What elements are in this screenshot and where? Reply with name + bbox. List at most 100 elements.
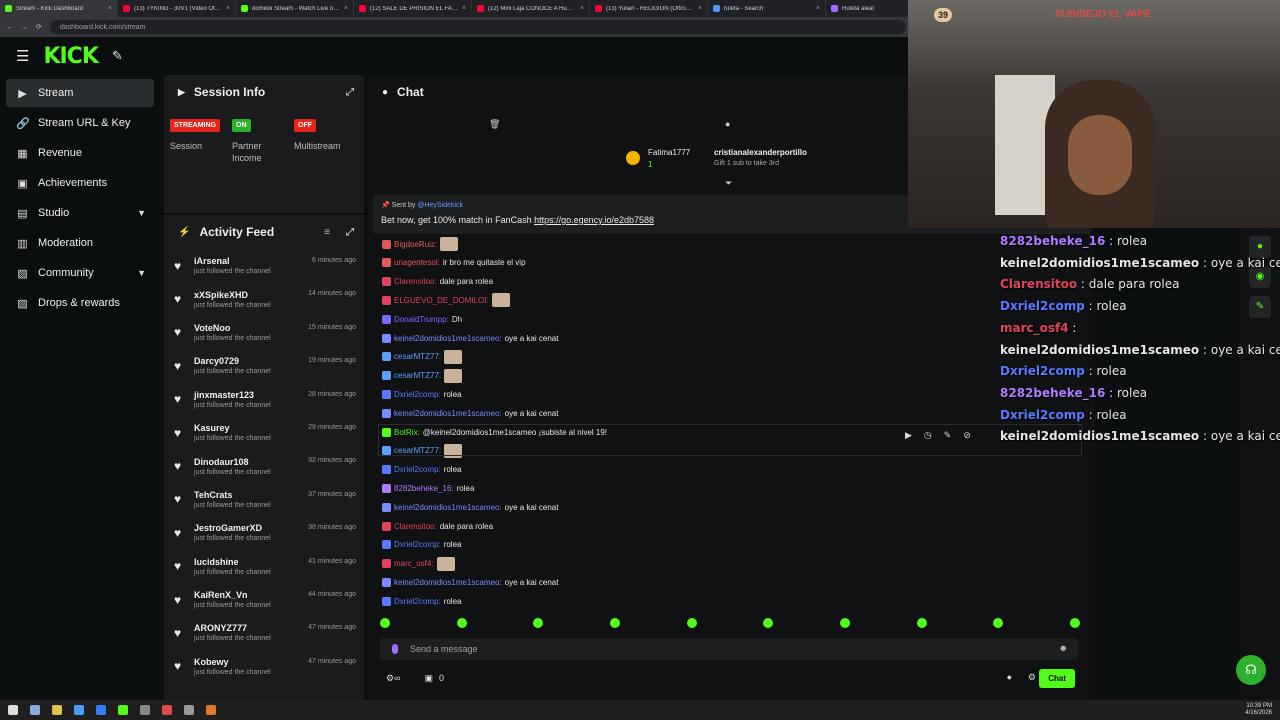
forward-icon[interactable]: → [21,24,28,31]
pin-icon[interactable]: ✎ [944,430,952,441]
sidebar-item-revenue[interactable]: ▦ Revenue [6,139,154,167]
chat-username[interactable]: Clarensitoo: [394,522,437,531]
chat-username[interactable]: Dxriel2comp: [394,540,441,549]
pinned-author[interactable]: @HeySidekick [417,202,463,209]
chrome-icon[interactable] [74,705,84,715]
wrench-icon[interactable]: ✎ [1249,296,1271,318]
chevron-down-icon[interactable]: ▼ [137,268,146,278]
app-icon[interactable] [206,705,216,715]
chat-username[interactable]: Clarensitoo: [394,277,437,286]
emoji-icon[interactable]: ☻ [1059,643,1068,653]
follower-name[interactable]: ARONYZ777 [194,623,271,633]
search-icon[interactable] [30,705,40,715]
follower-name[interactable]: Darcy0729 [194,356,271,366]
close-icon[interactable]: × [462,5,466,12]
follower-name[interactable]: lucidshine [194,557,271,567]
message-input[interactable]: Send a message ☻ [380,638,1078,660]
emote-icon[interactable] [993,618,1004,628]
follower-name[interactable]: iArsenal [194,256,271,266]
follower-name[interactable]: JestroGamerXD [194,523,271,533]
follower-name[interactable]: Kobewy [194,657,271,667]
sidebar-item-moderation[interactable]: ▥ Moderation [6,229,154,257]
reply-icon[interactable]: ▶ [905,430,912,441]
chat-username[interactable]: keinel2domidios1me1scameo: [394,578,502,587]
expand-icon[interactable]: ⏷ [725,178,732,189]
chat-username[interactable]: cesarMTZ77: [394,352,441,361]
kick-app-icon[interactable] [118,705,128,715]
mic-icon[interactable] [392,644,398,654]
close-icon[interactable]: × [108,5,112,12]
sidebar-item-stream[interactable]: ▶ Stream [6,79,154,107]
follower-name[interactable]: VoteNoo [194,323,271,333]
browser-tab[interactable]: (13) Yulian - RELIGION (Official Vi × [590,0,708,17]
filter-icon[interactable]: ≡ [324,227,330,238]
chat-username[interactable]: marc_osf4: [394,559,434,568]
menu-icon[interactable]: ☰ [16,47,29,65]
popout-icon[interactable]: ⤢ [346,227,354,238]
emote-icon[interactable] [686,618,697,628]
app-icon[interactable] [140,705,150,715]
close-icon[interactable]: × [344,5,348,12]
close-icon[interactable]: × [816,5,820,12]
sidebar-item-studio[interactable]: ▤ Studio ▼ [6,199,154,227]
app-icon[interactable] [162,705,172,715]
kick-logo[interactable]: KICK [43,44,98,69]
follower-name[interactable]: xXSpikeXHD [194,290,271,300]
browser-tab[interactable]: domiiloi Stream - Watch Live on Kick × [236,0,354,17]
close-icon[interactable]: × [226,5,230,12]
app-icon[interactable] [184,705,194,715]
follower-name[interactable]: jinxmaster123 [194,390,271,400]
pinned-link[interactable]: https://go.egency.io/e2db7588 [534,215,654,225]
chat-username[interactable]: keinel2domidios1me1scameo: [394,409,502,418]
chat-username[interactable]: unagentesol: [394,258,440,267]
app-icon[interactable] [96,705,106,715]
chevron-down-icon[interactable]: ▶ [178,87,185,98]
follower-name[interactable]: Dinodaur108 [194,457,271,467]
folder-icon[interactable] [52,705,62,715]
sidebar-item-stream-url-key[interactable]: 🔗 Stream URL & Key [6,109,154,137]
browser-tab[interactable]: ruleta - Search × [708,0,826,17]
chat-bubble-icon[interactable]: ● [1007,672,1012,682]
clock-icon[interactable]: ◷ [924,430,932,441]
message-icon[interactable]: ● [725,119,730,129]
chat-username[interactable]: 8282beheke_16: [394,484,454,493]
gear-icon[interactable]: ⚙ [1028,672,1036,683]
emote-icon[interactable] [763,618,774,628]
browser-tab[interactable]: (13) TYKING - 30V1 (Video Oficial) × [118,0,236,17]
sidebar-item-achievements[interactable]: ▣ Achievements [6,169,154,197]
chat-username[interactable]: keinel2domidios1me1scameo: [394,334,502,343]
reload-icon[interactable]: ⟳ [36,23,42,31]
chat-username[interactable]: BigdoeRuiz: [394,240,437,249]
chat-username[interactable]: BotRix: [394,428,420,437]
follower-name[interactable]: TehCrats [194,490,271,500]
chat-username[interactable]: DonaldTrumpp: [394,315,449,324]
chat-username[interactable]: cesarMTZ77: [394,371,441,380]
browser-tab[interactable]: (12) Mini Laja CONOCE A Huandi × [472,0,590,17]
chat-username[interactable]: keinel2domidios1me1scameo: [394,503,502,512]
emote-icon[interactable] [916,618,927,628]
popout-icon[interactable]: ⤢ [346,87,354,98]
close-icon[interactable]: × [580,5,584,12]
chat-username[interactable]: Dxriel2comp: [394,465,441,474]
chat-send-button[interactable]: Chat [1039,669,1075,688]
pin-icon[interactable]: ✎ [112,48,123,64]
chevron-down-icon[interactable]: ▼ [137,208,146,218]
emote-icon[interactable] [609,618,620,628]
support-icon[interactable]: ☊ [1236,655,1266,685]
emote-icon[interactable] [380,618,390,628]
browser-tab[interactable]: (12) SALE DE PRISION EL FAMOSO × [354,0,472,17]
back-icon[interactable]: ← [6,24,13,31]
trash-icon[interactable]: 🗑 [489,119,500,130]
follower-name[interactable]: Kasurey [194,423,271,433]
emote-icon[interactable] [1069,618,1080,628]
close-icon[interactable]: × [698,5,702,12]
chat-username[interactable]: cesarMTZ77: [394,446,441,455]
browser-tab[interactable]: Stream - Kick Dashboard × [0,0,118,17]
chat-icon[interactable]: ● [1249,236,1271,258]
ban-icon[interactable]: ⊘ [963,430,971,441]
sidebar-item-drops-rewards[interactable]: ▨ Drops & rewards [6,289,154,317]
emote-icon[interactable] [533,618,544,628]
sidebar-item-community[interactable]: ▧ Community ▼ [6,259,154,287]
windows-icon[interactable] [8,705,18,715]
chat-username[interactable]: Dxriel2comp: [394,390,441,399]
